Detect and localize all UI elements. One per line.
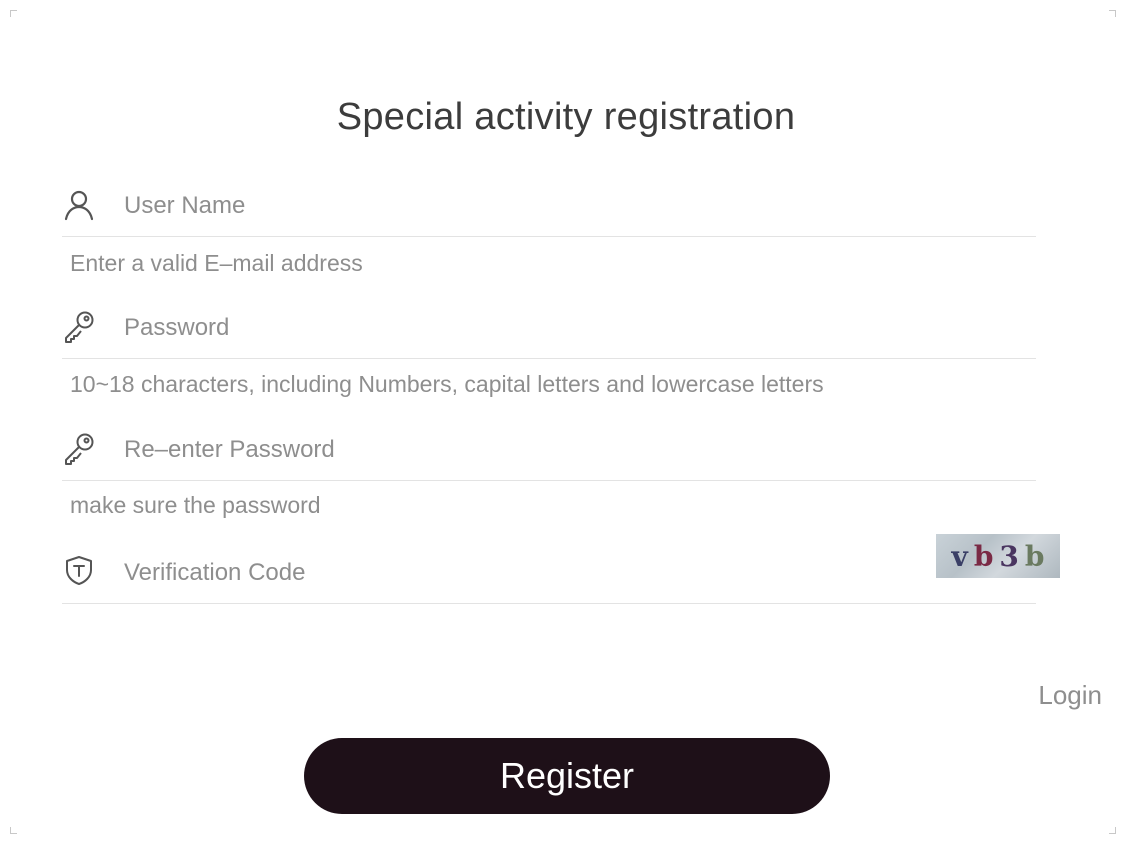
verification-field-row bbox=[62, 545, 1036, 604]
shield-icon bbox=[62, 553, 96, 587]
confirm-password-input[interactable] bbox=[124, 430, 884, 470]
login-link[interactable]: Login bbox=[1038, 680, 1102, 711]
user-icon bbox=[62, 188, 96, 222]
captcha-char: b bbox=[973, 539, 994, 573]
username-input[interactable] bbox=[124, 186, 884, 226]
verification-code-input[interactable] bbox=[124, 553, 884, 593]
confirm-password-field-row bbox=[62, 422, 1036, 481]
email-hint: Enter a valid E–mail address bbox=[70, 250, 363, 276]
username-field-row bbox=[62, 178, 1036, 237]
key-icon bbox=[62, 432, 96, 466]
captcha-char: v bbox=[951, 539, 968, 573]
register-button[interactable]: Register bbox=[304, 738, 830, 814]
password-input[interactable] bbox=[124, 308, 884, 348]
captcha-image[interactable]: v b 3 b bbox=[936, 534, 1060, 578]
confirm-hint: make sure the password bbox=[70, 492, 321, 518]
password-hint: 10~18 characters, including Numbers, cap… bbox=[70, 371, 824, 397]
password-field-row bbox=[62, 300, 1036, 359]
page-title: Special activity registration bbox=[336, 96, 796, 138]
corner-mark bbox=[10, 10, 17, 17]
captcha-char: b bbox=[1024, 539, 1045, 573]
corner-mark bbox=[1109, 827, 1116, 834]
corner-mark bbox=[1109, 10, 1116, 17]
registration-page: Special activity registration Enter a va… bbox=[0, 0, 1122, 842]
captcha-char: 3 bbox=[999, 539, 1019, 573]
key-icon bbox=[62, 310, 96, 344]
corner-mark bbox=[10, 827, 17, 834]
